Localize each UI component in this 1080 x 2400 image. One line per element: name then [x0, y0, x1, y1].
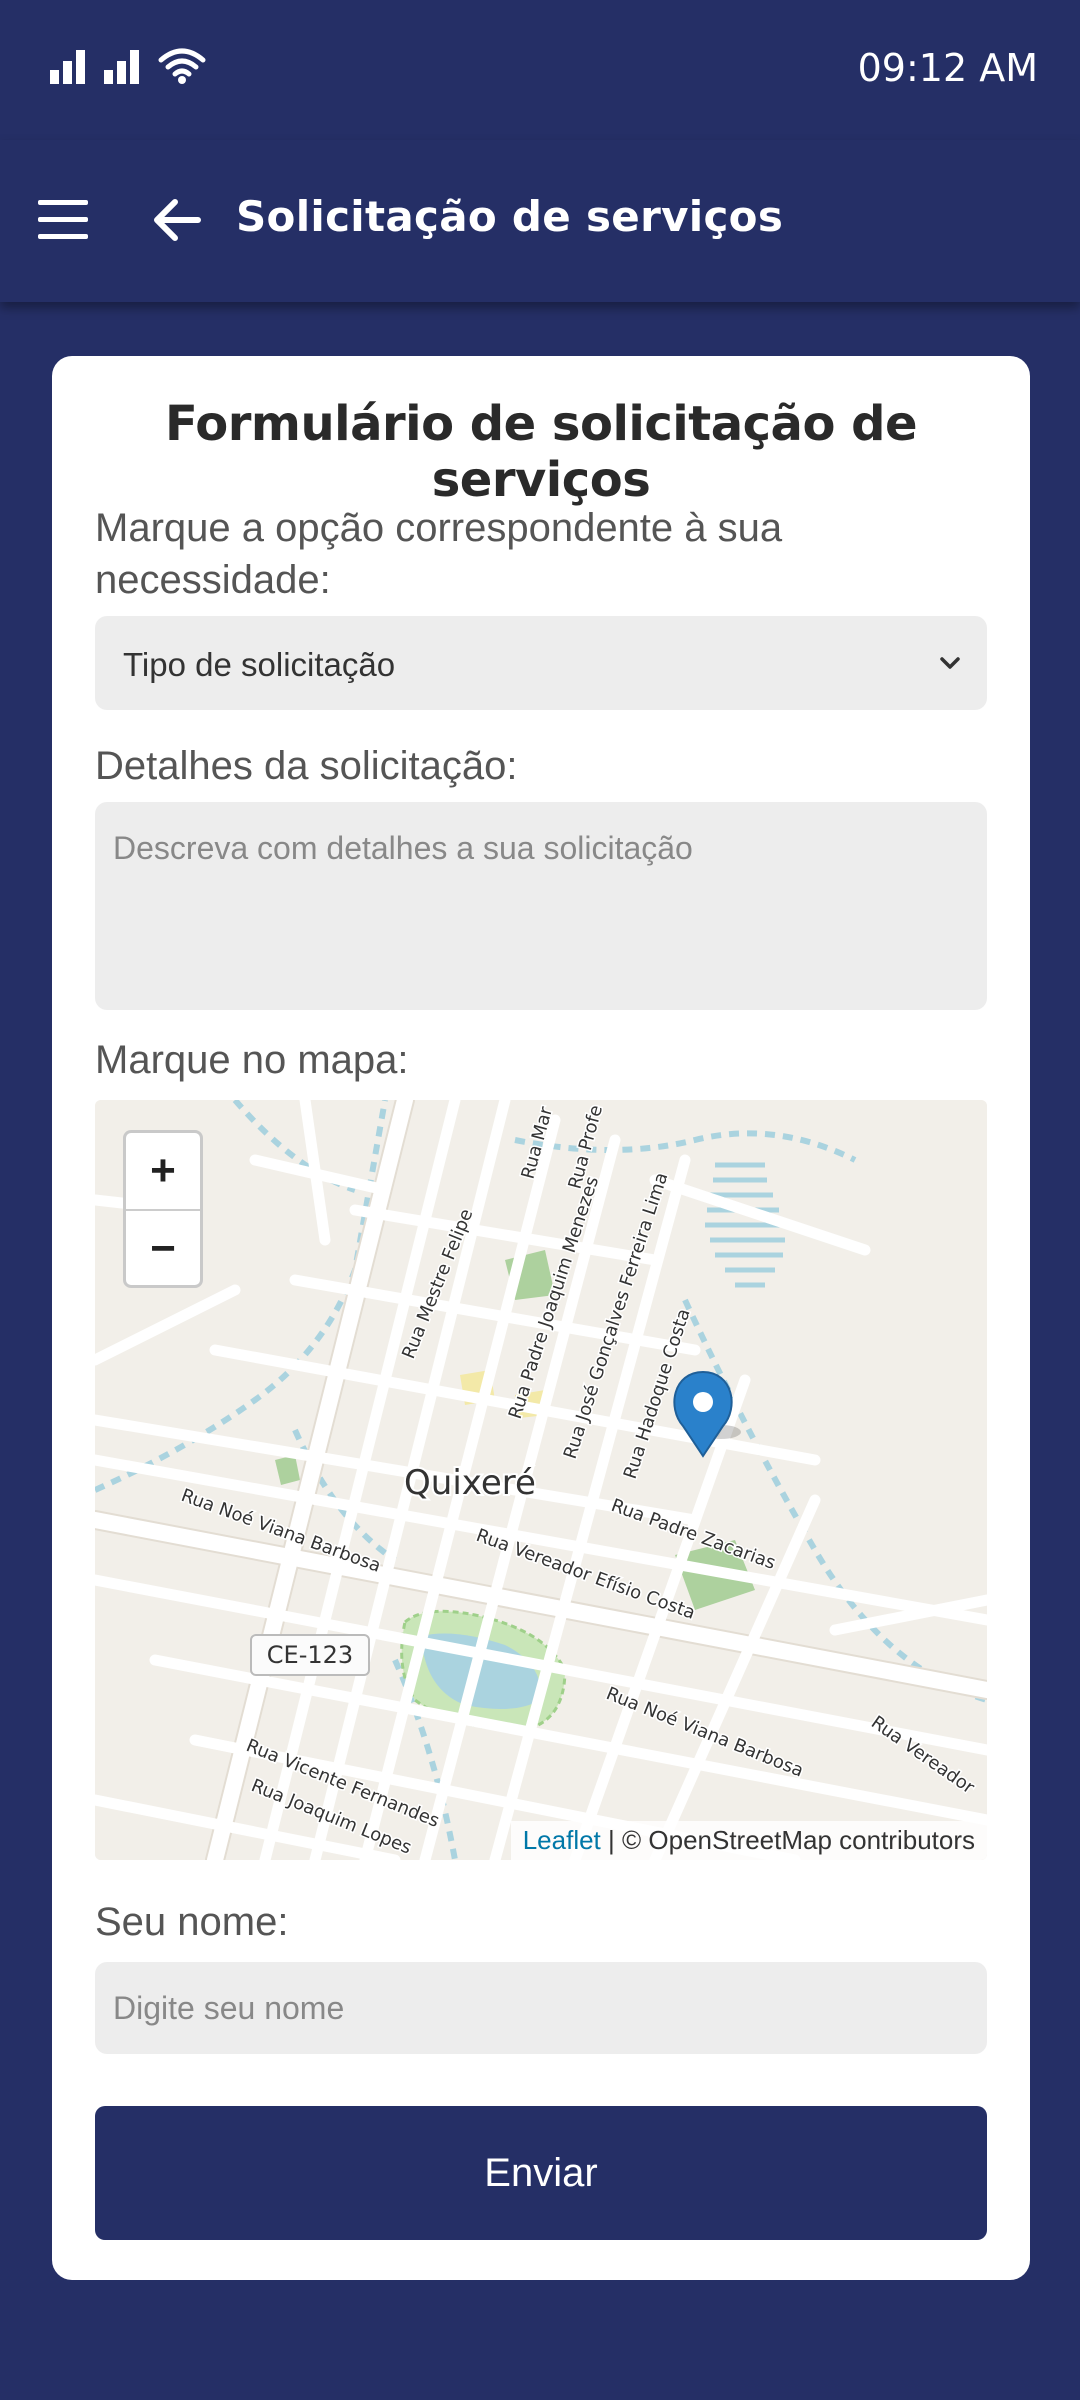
zoom-out-button[interactable]: −: [126, 1211, 200, 1287]
type-label: Marque a opção correspondente à sua nece…: [95, 506, 783, 602]
back-arrow-icon[interactable]: [148, 192, 204, 248]
zoom-control: + −: [123, 1130, 203, 1288]
status-time: 09:12 AM: [857, 46, 1038, 90]
details-textarea[interactable]: [95, 802, 987, 1010]
map-view[interactable]: CE-123 Rua Mar Rua Profe Rua Mestre Feli…: [95, 1100, 987, 1860]
map-label: Marque no mapa:: [95, 1038, 409, 1082]
city-label: Quixeré: [404, 1463, 536, 1503]
name-label: Seu nome:: [95, 1900, 289, 1944]
details-label: Detalhes da solicitação:: [95, 744, 518, 788]
signal-icon: [50, 50, 85, 84]
road-shield: CE-123: [250, 1634, 370, 1676]
chevron-down-icon: [940, 657, 960, 669]
request-type-select[interactable]: Tipo de solicitação: [95, 616, 987, 710]
map-tiles: CE-123 Rua Mar Rua Profe Rua Mestre Feli…: [95, 1100, 987, 1860]
app-bar: Solicitação de serviços: [0, 140, 1080, 302]
form-card: Formulário de solicitação de serviços Ma…: [52, 356, 1030, 2280]
menu-icon[interactable]: [36, 198, 90, 242]
signal-icon: [104, 50, 139, 84]
attribution-text: | © OpenStreetMap contributors: [600, 1825, 975, 1855]
leaflet-link[interactable]: Leaflet: [523, 1825, 601, 1855]
road-shield-label: CE-123: [267, 1641, 353, 1669]
zoom-in-button[interactable]: +: [126, 1133, 200, 1211]
wifi-icon: [158, 48, 206, 84]
submit-button[interactable]: Enviar: [95, 2106, 987, 2240]
form-title: Formulário de solicitação de serviços: [164, 396, 918, 508]
status-icons: [50, 48, 206, 84]
status-bar: 09:12 AM: [0, 0, 1080, 140]
page-title: Solicitação de serviços: [236, 192, 784, 241]
name-input[interactable]: [95, 1962, 987, 2054]
map-attribution: Leaflet | © OpenStreetMap contributors: [510, 1821, 987, 1860]
request-type-value: Tipo de solicitação: [123, 646, 396, 683]
